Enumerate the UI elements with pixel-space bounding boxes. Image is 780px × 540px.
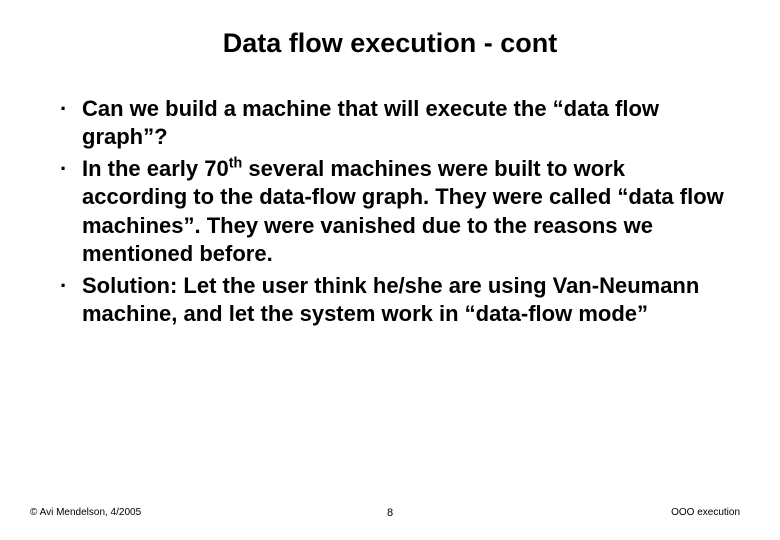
footer: © Avi Mendelson, 4/2005 8 OOO execution [0,507,780,518]
bullet-icon: · [60,155,67,183]
list-item: · Can we build a machine that will execu… [60,95,730,151]
list-item: · Solution: Let the user think he/she ar… [60,272,730,328]
bullet-list: · Can we build a machine that will execu… [50,95,730,328]
page-number: 8 [387,507,393,519]
bullet-text: Can we build a machine that will execute… [82,96,659,149]
page-title: Data flow execution - cont [50,28,730,59]
footer-topic: OOO execution [671,507,740,518]
list-item: · In the early 70th several machines wer… [60,155,730,268]
slide: Data flow execution - cont · Can we buil… [0,0,780,540]
footer-copyright: © Avi Mendelson, 4/2005 [30,507,141,518]
bullet-icon: · [60,95,67,123]
bullet-text: Solution: Let the user think he/she are … [82,273,699,326]
bullet-icon: · [60,272,67,300]
bullet-text: In the early 70th several machines were … [82,156,724,265]
